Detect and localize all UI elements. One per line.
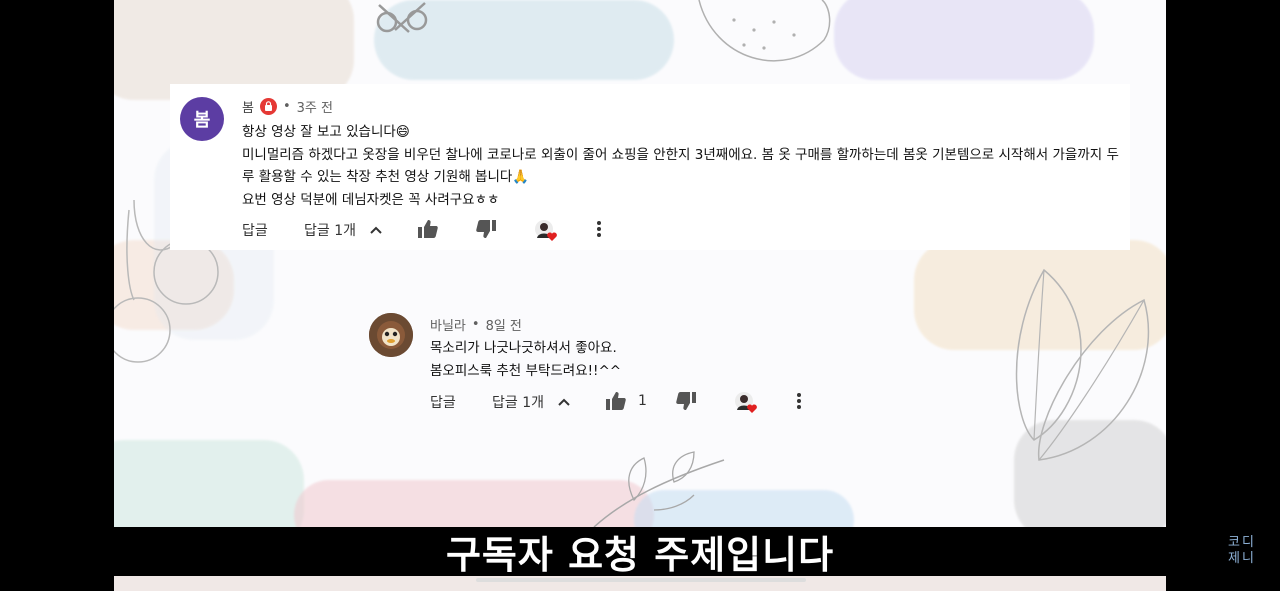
bg-blob: [114, 440, 304, 527]
replies-toggle-label: 답글 1개: [304, 223, 356, 239]
reply-button[interactable]: 답글: [430, 392, 456, 412]
comment-line: 요번 영상 덕분에 데님자켓은 꼭 사려구요ㅎㅎ: [242, 191, 500, 208]
thumb-down-icon: [676, 392, 696, 410]
thumb-down-icon: [476, 220, 496, 238]
thumb-up-icon: [418, 220, 438, 238]
thumb-up-icon: [606, 392, 626, 410]
more-actions-button[interactable]: [796, 392, 802, 410]
replies-toggle-label: 답글 1개: [492, 395, 544, 411]
next-frame-strip: [114, 576, 1166, 591]
chevron-up-icon: [558, 398, 570, 406]
chevron-up-icon: [370, 226, 382, 234]
more-vert-icon: [596, 220, 602, 238]
comment-body: 항상 영상 잘 보고 있습니다😄 미니멀리즘 하겠다고 옷장을 비우던 찰나에 …: [242, 121, 1119, 211]
reply-line: 목소리가 나긋나긋하셔서 좋아요.: [430, 340, 617, 356]
watermark-line: 코디: [1228, 535, 1256, 550]
reply-time[interactable]: 8일 전: [486, 315, 522, 334]
bg-blob: [834, 0, 1094, 80]
more-vert-icon: [796, 392, 802, 410]
creator-heart[interactable]: [534, 220, 558, 242]
reply-author[interactable]: 바닐라: [430, 315, 466, 334]
more-actions-button[interactable]: [596, 220, 602, 238]
comment-card: 봄 봄 • 3주 전 항상 영상 잘 보고 있습니다😄 미니멀리즘 하겠다고 옷…: [170, 84, 1130, 250]
strawberry-drawing: [698, 0, 831, 62]
comment-time[interactable]: 3주 전: [297, 97, 333, 116]
channel-badge-icon: [259, 98, 277, 115]
reply-actions: 답글 답글 1개 1: [430, 392, 830, 416]
reply-comment: 바닐라 • 8일 전 목소리가 나긋나긋하셔서 좋아요. 봄오피스룩 추천 부탁…: [369, 305, 889, 425]
like-button[interactable]: 1: [606, 392, 647, 410]
video-frame: 봄 봄 • 3주 전 항상 영상 잘 보고 있습니다😄 미니멀리즘 하겠다고 옷…: [114, 0, 1166, 527]
dislike-button[interactable]: [676, 392, 696, 410]
channel-watermark: 코디 제니: [1222, 535, 1262, 567]
dot-separator: •: [282, 99, 291, 114]
video-subtitle: 구독자 요청 주제입니다: [445, 533, 835, 577]
replies-toggle[interactable]: 답글 1개: [492, 392, 570, 412]
reply-header: 바닐라 • 8일 전: [430, 315, 522, 334]
reply-avatar[interactable]: [369, 313, 413, 357]
watermark-line: 제니: [1228, 551, 1256, 566]
comment-author[interactable]: 봄: [242, 97, 254, 116]
commenter-avatar[interactable]: 봄: [180, 97, 224, 141]
reply-button[interactable]: 답글: [242, 220, 268, 240]
dot-separator: •: [471, 317, 480, 332]
strip-bar: [476, 578, 806, 582]
comment-actions: 답글 답글 1개: [242, 220, 642, 244]
reply-body: 목소리가 나긋나긋하셔서 좋아요. 봄오피스룩 추천 부탁드려요!!^^: [430, 337, 621, 382]
comment-line: 루 활용할 수 있는 착장 추천 영상 기원해 봅니다🙏: [242, 169, 530, 185]
comment-header: 봄 • 3주 전: [242, 97, 333, 116]
creator-heart[interactable]: [734, 392, 758, 414]
branch-drawing: [593, 451, 725, 527]
creator-heart-icon: [734, 392, 758, 414]
scissors-drawing: [376, 2, 428, 33]
like-count: 1: [638, 393, 647, 409]
reply-line: 봄오피스룩 추천 부탁드려요!!^^: [430, 362, 622, 379]
comment-line: 항상 영상 잘 보고 있습니다😄: [242, 124, 410, 140]
like-button[interactable]: [418, 220, 444, 238]
comment-line: 미니멀리즘 하겠다고 옷장을 비우던 찰나에 코로나로 외출이 줄어 쇼핑을 안…: [242, 146, 1119, 163]
creator-heart-icon: [534, 220, 558, 242]
replies-toggle[interactable]: 답글 1개: [304, 220, 382, 240]
leaf-drawing: [1015, 268, 1150, 461]
dislike-button[interactable]: [476, 220, 496, 238]
